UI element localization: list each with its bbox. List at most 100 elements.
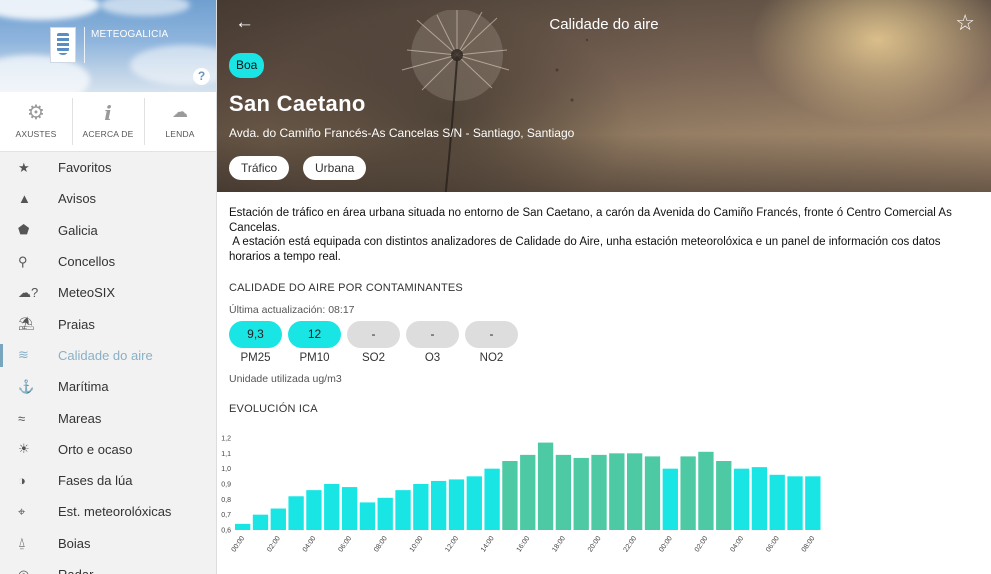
x-tick-label: 20:00 (587, 535, 603, 553)
pollutant-o3[interactable]: - O3 (406, 321, 459, 364)
sidebar-item-moon[interactable]: ◑ Fases da lúa (0, 465, 216, 496)
chart-bar[interactable] (502, 461, 518, 530)
sidebar-item-sunrise[interactable]: ☀ Orto e ocaso (0, 434, 216, 465)
chart-bar[interactable] (484, 468, 500, 530)
chart-bar[interactable] (769, 474, 785, 530)
chart-bar[interactable] (466, 476, 482, 530)
chart-bar[interactable] (644, 456, 661, 530)
sidebar: METEOGALICIA ? ⚙ AXUSTES i ACERCA DE ☁ L… (0, 0, 217, 574)
location-pin-icon: ⚲ (18, 253, 28, 269)
sidebar-item-location-pin[interactable]: ⚲ Concellos (0, 246, 216, 277)
help-icon[interactable]: ? (193, 68, 210, 85)
sidebar-item-label: Avisos (58, 191, 97, 207)
pollutant-so2[interactable]: - SO2 (347, 321, 400, 364)
sidebar-item-label: Boias (58, 535, 91, 551)
meteogalicia-logo-text: METEOGALICIA (91, 29, 169, 40)
y-tick-label: 0,6 (221, 528, 231, 535)
chart-bar[interactable] (448, 479, 465, 530)
chart-bar[interactable] (395, 490, 411, 530)
chart-bar[interactable] (341, 487, 358, 530)
chart-bar[interactable] (324, 484, 340, 530)
chart-bar[interactable] (270, 508, 286, 530)
chart-bar[interactable] (787, 476, 803, 530)
chart-bar[interactable] (235, 523, 251, 530)
info-icon: i (104, 101, 112, 125)
station-name: San Caetano (229, 91, 366, 116)
sidebar-item-buoy[interactable]: ⍙ Boias (0, 528, 216, 559)
sidebar-item-galicia-map[interactable]: ⬟ Galicia (0, 215, 216, 246)
sidebar-item-star[interactable]: ★ Favoritos (0, 152, 216, 183)
beach-icon: ⛱ (18, 316, 35, 332)
chart-bar[interactable] (609, 453, 625, 530)
sidebar-item-anchor[interactable]: ⚓ Marítima (0, 371, 216, 402)
chart-bar[interactable] (359, 502, 376, 530)
chart-bar[interactable] (288, 496, 304, 530)
chart-bar[interactable] (306, 490, 322, 530)
chart-bar[interactable] (555, 454, 572, 530)
station-details: Estación de tráfico en área urbana situa… (217, 192, 991, 415)
x-tick-label: 14:00 (480, 535, 496, 553)
pollutant-name: PM25 (240, 352, 271, 364)
unit-value: ug/m3 (312, 373, 342, 385)
settings-button[interactable]: ⚙ AXUSTES (0, 92, 72, 151)
chart-bar[interactable] (751, 467, 768, 530)
sidebar-item-tide[interactable]: ≈ Mareas (0, 402, 216, 433)
sidebar-item-label: Praias (58, 316, 95, 332)
sidebar-item-air-quality[interactable]: ≋ Calidade do aire (0, 340, 216, 371)
sidebar-item-weather-station[interactable]: ⌖ Est. meteorolóxicas (0, 496, 216, 527)
legend-button[interactable]: ☁ LENDA (144, 92, 216, 151)
chart-bar[interactable] (573, 457, 589, 530)
chart-bar[interactable] (627, 453, 643, 530)
description-paragraph-1: Estación de tráfico en área urbana situa… (229, 207, 952, 234)
sidebar-item-beach[interactable]: ⛱ Praias (0, 308, 216, 339)
chart-bar[interactable] (537, 442, 554, 530)
chart-bar[interactable] (733, 468, 750, 530)
y-tick-label: 0,7 (221, 512, 231, 519)
chart-bar[interactable] (716, 461, 732, 530)
quick-actions: ⚙ AXUSTES i ACERCA DE ☁ LENDA (0, 92, 216, 152)
pollutant-pm10[interactable]: 12 PM10 (288, 321, 341, 364)
chart-bar[interactable] (662, 468, 678, 530)
settings-label: AXUSTES (15, 129, 57, 139)
about-button[interactable]: i ACERCA DE (72, 92, 144, 151)
unit-label: Unidade utilizada (229, 373, 310, 385)
sidebar-item-radar[interactable]: ◎ Radar (0, 559, 216, 574)
chart-bar[interactable] (377, 497, 393, 530)
weather-legend-icon: ☁ (172, 104, 188, 121)
pollutants-section-title: CALIDADE DO AIRE POR CONTAMINANTES (229, 282, 463, 294)
sidebar-item-label: Marítima (58, 379, 109, 395)
station-hero: ← Calidade do aire ☆ Boa San Caetano Avd… (217, 0, 991, 192)
y-tick-label: 1,1 (221, 451, 231, 458)
x-tick-label: 16:00 (516, 535, 532, 553)
chart-bar[interactable] (805, 476, 821, 530)
ica-evolution-chart: 0,6 0,7 0,8 0,9 1,0 1,1 1,2 00:00 02:00 04:00 06:0… (221, 436, 821, 554)
pollutant-name: NO2 (479, 352, 504, 364)
star-outline-icon[interactable]: ☆ (955, 10, 975, 36)
chart-bar[interactable] (680, 456, 696, 530)
x-tick-label: 04:00 (729, 535, 745, 553)
sidebar-item-label: Mareas (58, 410, 102, 426)
evolution-section-title: EVOLUCIÓN ICA (229, 403, 318, 415)
x-tick-label: 00:00 (231, 535, 247, 553)
y-tick-label: 0,8 (221, 497, 231, 504)
air-quality-icon: ≋ (18, 347, 29, 363)
x-tick-label: 06:00 (765, 535, 781, 553)
sidebar-item-warning[interactable]: ▲ Avisos (0, 183, 216, 214)
legend-label: LENDA (165, 129, 195, 139)
chart-bar[interactable] (591, 454, 607, 530)
chart-bar[interactable] (520, 454, 536, 530)
pollutant-pm25[interactable]: 9,3 PM25 (229, 321, 282, 364)
x-tick-label: 18:00 (551, 535, 567, 553)
chart-bar[interactable] (431, 480, 447, 530)
x-tick-label: 00:00 (658, 535, 674, 553)
pollutant-value: - (465, 321, 518, 348)
pollutant-no2[interactable]: - NO2 (465, 321, 518, 364)
sidebar-item-label: Est. meteorolóxicas (58, 504, 172, 520)
y-tick-label: 1,0 (221, 466, 231, 473)
logo-separator (84, 27, 85, 63)
chart-bar[interactable] (413, 484, 429, 530)
sidebar-item-meteosix[interactable]: ☁? MeteoSIX (0, 277, 216, 308)
chart-bar[interactable] (698, 451, 714, 530)
pollutant-list: 9,3 PM25 12 PM10 - SO2 - O3 - NO2 (229, 321, 979, 364)
chart-bar[interactable] (252, 514, 269, 530)
